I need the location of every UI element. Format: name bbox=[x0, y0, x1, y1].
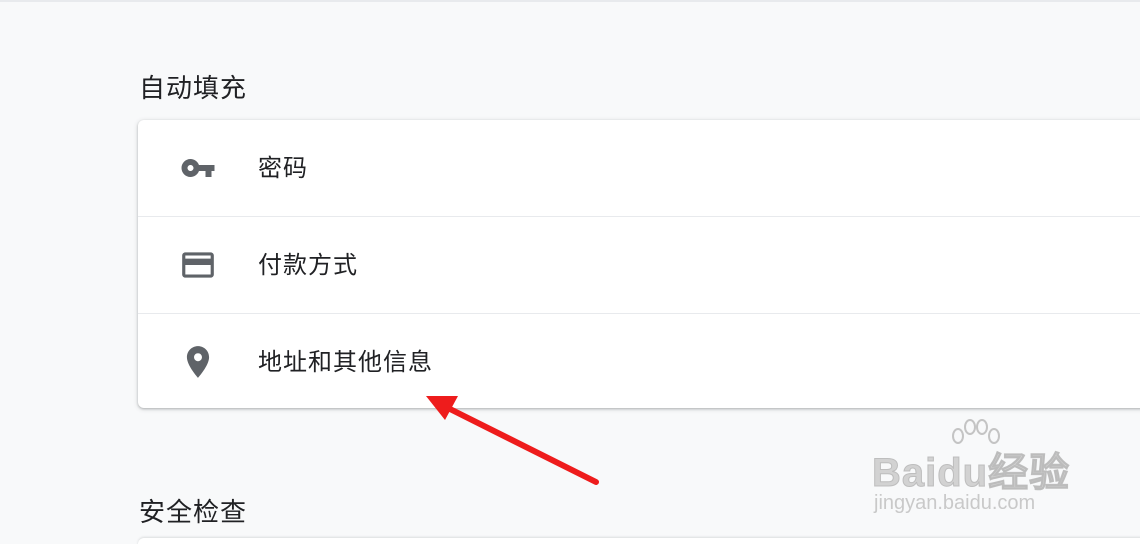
autofill-item-passwords[interactable]: 密码 bbox=[138, 120, 1140, 216]
paw-icon bbox=[952, 419, 1000, 444]
section-title-autofill: 自动填充 bbox=[139, 73, 248, 104]
autofill-item-addresses[interactable]: 地址和其他信息 bbox=[138, 313, 1140, 408]
section-title-safety-check: 安全检查 bbox=[139, 497, 248, 528]
top-divider bbox=[0, 0, 1140, 2]
autofill-card: 密码 付款方式 地址和其他信息 bbox=[138, 120, 1140, 408]
location-pin-icon bbox=[178, 342, 218, 382]
credit-card-icon bbox=[178, 245, 218, 285]
key-icon bbox=[178, 148, 218, 188]
watermark-url: jingyan.baidu.com bbox=[874, 492, 1036, 514]
autofill-item-label: 地址和其他信息 bbox=[258, 348, 433, 376]
baidu-watermark: Baidu经验 jingyan.baidu.com bbox=[871, 418, 1092, 528]
safety-check-card bbox=[138, 538, 1140, 544]
settings-page: 自动填充 密码 付款方式 地址和其他信息 安全检查 Baidu经验 jingya… bbox=[0, 0, 1140, 544]
watermark-logo: Baidu经验 bbox=[871, 451, 1071, 496]
autofill-item-payment-methods[interactable]: 付款方式 bbox=[138, 216, 1140, 313]
autofill-item-label: 付款方式 bbox=[258, 251, 358, 279]
autofill-item-label: 密码 bbox=[258, 154, 308, 182]
